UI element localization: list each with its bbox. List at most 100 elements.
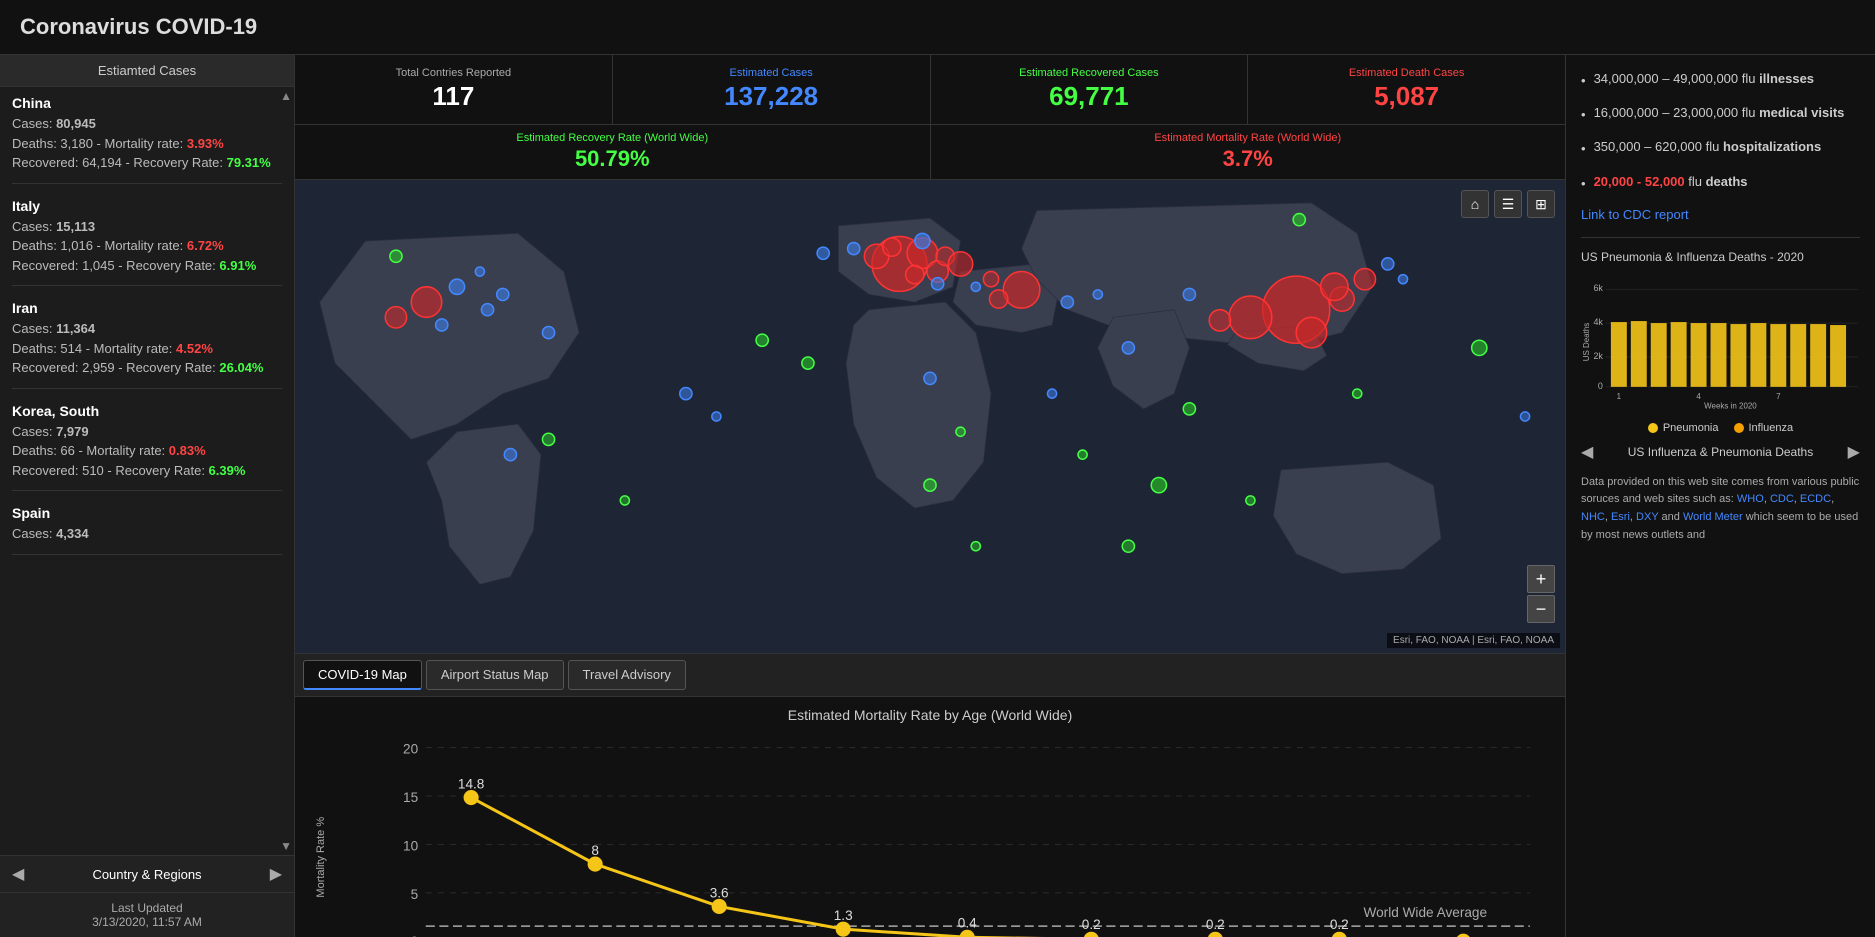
bullet-icon: • <box>1581 72 1586 90</box>
stats-bar: Total Contries Reported 117 Estimated Ca… <box>295 55 1565 125</box>
data-source: Data provided on this web site comes fro… <box>1581 474 1860 544</box>
country-recovered: Recovered: 64,194 - Recovery Rate: 79.31… <box>12 153 282 173</box>
estimated-recovered-stat: Estimated Recovered Cases 69,771 <box>931 55 1249 124</box>
pneumonia-svg: 6k 4k 2k 0 US Deaths <box>1581 272 1860 412</box>
country-entry-spain: Spain Cases: 4,334 <box>12 505 282 555</box>
svg-text:US Deaths: US Deaths <box>1582 322 1591 361</box>
chart-y-label: Mortality Rate % <box>315 731 327 937</box>
pneumonia-nav: ◀ US Influenza & Pneumonia Deaths ▶ <box>1581 442 1860 462</box>
chart-container: Mortality Rate % 20 15 10 5 <box>315 731 1545 937</box>
mortality-chart-svg: 20 15 10 5 0 World Wide Average <box>335 731 1545 937</box>
scroll-down-arrow[interactable]: ▼ <box>280 839 292 853</box>
svg-text:1.3: 1.3 <box>834 908 853 923</box>
pneumonia-legend-label: Pneumonia <box>1663 422 1719 434</box>
svg-text:10: 10 <box>403 838 419 853</box>
sidebar-content[interactable]: ▲ China Cases: 80,945 Deaths: 3,180 - Mo… <box>0 87 294 855</box>
pneumonia-next-arrow[interactable]: ▶ <box>1848 442 1860 462</box>
map-attribution: Esri, FAO, NOAA | Esri, FAO, NOAA <box>1387 633 1560 648</box>
country-deaths: Deaths: 66 - Mortality rate: 0.83% <box>12 441 282 461</box>
zoom-out-button[interactable]: − <box>1527 595 1555 623</box>
estimated-cases-value: 137,228 <box>724 81 818 112</box>
last-updated-value: 3/13/2020, 11:57 AM <box>92 915 202 929</box>
svg-text:World Wide Average: World Wide Average <box>1364 905 1488 920</box>
bullet-icon: • <box>1581 175 1586 193</box>
recovery-rate-box: Estimated Recovery Rate (World Wide) 50.… <box>295 125 931 179</box>
pneumonia-chart: 6k 4k 2k 0 US Deaths <box>1581 272 1860 412</box>
last-updated-label: Last Updated <box>111 901 182 915</box>
map-list-button[interactable]: ☰ <box>1494 190 1522 218</box>
flu-stat-4: • 20,000 - 52,000 flu deaths <box>1581 173 1860 193</box>
country-name: Korea, South <box>12 403 282 419</box>
svg-text:0: 0 <box>1598 381 1603 391</box>
country-recovered: Recovered: 510 - Recovery Rate: 6.39% <box>12 461 282 481</box>
country-recovered: Recovered: 1,045 - Recovery Rate: 6.91% <box>12 256 282 276</box>
country-cases: Cases: 11,364 <box>12 319 282 339</box>
estimated-cases-stat: Estimated Cases 137,228 <box>613 55 931 124</box>
country-deaths: Deaths: 3,180 - Mortality rate: 3.93% <box>12 134 282 154</box>
svg-text:4k: 4k <box>1593 317 1603 327</box>
scroll-up-arrow[interactable]: ▲ <box>280 89 292 103</box>
bullet-icon: • <box>1581 106 1586 124</box>
svg-text:7: 7 <box>1776 392 1781 401</box>
main-layout: Estiamted Cases ▲ China Cases: 80,945 De… <box>0 55 1875 937</box>
estimated-cases-label: Estimated Cases <box>730 67 813 79</box>
map-layers-button[interactable]: ⊞ <box>1527 190 1555 218</box>
nhc-link[interactable]: NHC <box>1581 511 1605 523</box>
pneumonia-nav-label: US Influenza & Pneumonia Deaths <box>1628 445 1813 459</box>
chart-inner: 20 15 10 5 0 World Wide Average <box>335 731 1545 937</box>
influenza-legend-dot <box>1734 423 1744 433</box>
world-map <box>295 180 1565 653</box>
total-countries-value: 117 <box>432 81 474 112</box>
country-cases: Cases: 15,113 <box>12 217 282 237</box>
influenza-legend-label: Influenza <box>1749 422 1794 434</box>
svg-text:0.4: 0.4 <box>958 916 977 931</box>
svg-text:4: 4 <box>1696 392 1701 401</box>
pneumonia-title: US Pneumonia & Influenza Deaths - 2020 <box>1581 250 1860 264</box>
dxy-link[interactable]: DXY <box>1636 511 1658 523</box>
bullet-icon: • <box>1581 140 1586 158</box>
svg-text:15: 15 <box>403 790 418 805</box>
mortality-rate-value: 3.7% <box>1223 146 1273 172</box>
map-home-button[interactable]: ⌂ <box>1461 190 1489 218</box>
estimated-deaths-stat: Estimated Death Cases 5,087 <box>1248 55 1565 124</box>
country-name: Spain <box>12 505 282 521</box>
estimated-deaths-value: 5,087 <box>1374 81 1439 112</box>
last-updated: Last Updated 3/13/2020, 11:57 AM <box>0 893 294 937</box>
estimated-recovered-value: 69,771 <box>1049 81 1129 112</box>
esri-link[interactable]: Esri <box>1611 511 1630 523</box>
country-cases: Cases: 7,979 <box>12 422 282 442</box>
country-entry-korea: Korea, South Cases: 7,979 Deaths: 66 - M… <box>12 403 282 492</box>
worldmeter-link[interactable]: World Meter <box>1683 511 1743 523</box>
svg-text:0.2: 0.2 <box>1330 917 1349 932</box>
tab-travel-advisory[interactable]: Travel Advisory <box>568 660 686 690</box>
center-content: Total Contries Reported 117 Estimated Ca… <box>295 55 1565 937</box>
country-deaths: Deaths: 1,016 - Mortality rate: 6.72% <box>12 236 282 256</box>
legend-influenza: Influenza <box>1734 422 1794 434</box>
who-link[interactable]: WHO <box>1737 493 1764 505</box>
cdc-source-link[interactable]: CDC <box>1770 493 1794 505</box>
prev-country-arrow[interactable]: ◀ <box>12 864 24 884</box>
total-countries-stat: Total Contries Reported 117 <box>295 55 613 124</box>
svg-text:20: 20 <box>403 742 419 757</box>
svg-text:0.2: 0.2 <box>1082 917 1101 932</box>
tab-airport-status[interactable]: Airport Status Map <box>426 660 564 690</box>
tab-bar: COVID-19 Map Airport Status Map Travel A… <box>295 653 1565 697</box>
next-country-arrow[interactable]: ▶ <box>270 864 282 884</box>
country-deaths: Deaths: 514 - Mortality rate: 4.52% <box>12 339 282 359</box>
ecdc-link[interactable]: ECDC <box>1800 493 1831 505</box>
cdc-link[interactable]: Link to CDC report <box>1581 207 1860 222</box>
pneumonia-prev-arrow[interactable]: ◀ <box>1581 442 1593 462</box>
chart-area: Estimated Mortality Rate by Age (World W… <box>295 697 1565 937</box>
country-entry-iran: Iran Cases: 11,364 Deaths: 514 - Mortali… <box>12 300 282 389</box>
zoom-in-button[interactable]: + <box>1527 565 1555 593</box>
chart-title: Estimated Mortality Rate by Age (World W… <box>315 707 1545 723</box>
map-controls: ⌂ ☰ ⊞ <box>1461 190 1555 218</box>
estimated-recovered-label: Estimated Recovered Cases <box>1019 67 1158 79</box>
country-entry-italy: Italy Cases: 15,113 Deaths: 1,016 - Mort… <box>12 198 282 287</box>
tab-covid19-map[interactable]: COVID-19 Map <box>303 660 422 690</box>
estimated-deaths-label: Estimated Death Cases <box>1349 67 1465 79</box>
country-recovered: Recovered: 2,959 - Recovery Rate: 26.04% <box>12 358 282 378</box>
map-area[interactable]: ⌂ ☰ ⊞ + − Esri, FAO, NOAA | Esri, FAO, N… <box>295 180 1565 653</box>
legend-pneumonia: Pneumonia <box>1648 422 1719 434</box>
chart-legend: Pneumonia Influenza <box>1581 422 1860 434</box>
